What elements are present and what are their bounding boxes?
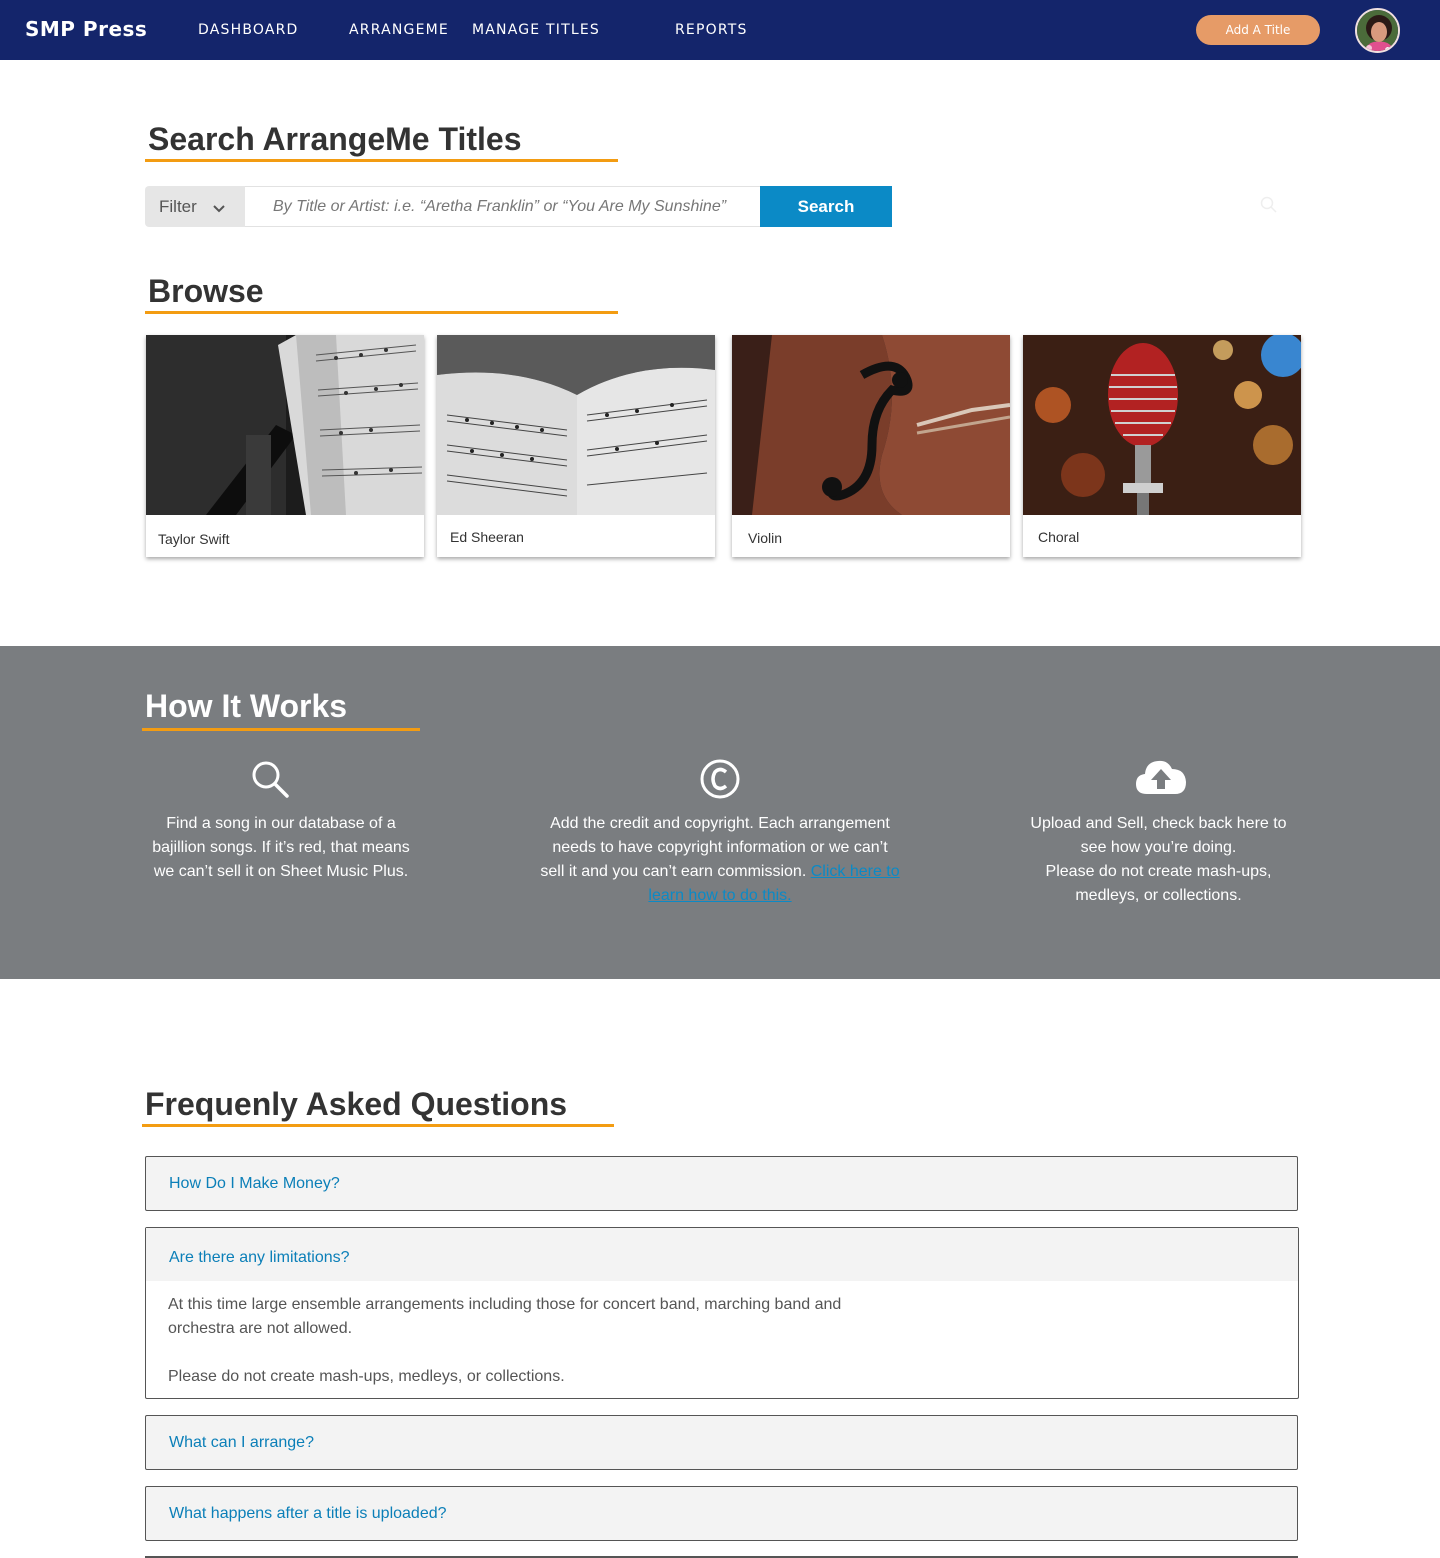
search-button[interactable]: Search (760, 186, 892, 227)
faq-item-what-can-i-arrange[interactable]: What can I arrange? (145, 1415, 1298, 1470)
faq-question: Are there any limitations? (169, 1249, 350, 1266)
step-3-note: Please do not create mash-ups, medleys, … (1045, 863, 1272, 904)
card-label: Choral (1038, 529, 1080, 545)
title-underline (142, 728, 420, 731)
card-label: Violin (748, 530, 782, 546)
violin-image (732, 335, 1010, 515)
faq-item-make-money[interactable]: How Do I Make Money? (145, 1156, 1298, 1211)
how-title: How It Works (145, 688, 348, 724)
how-it-works-section: How It Works Find a song in our database… (0, 646, 1440, 979)
search-title: Search ArrangeMe Titles (148, 121, 522, 157)
brand-logo[interactable]: SMP Press (25, 17, 147, 41)
title-underline (145, 311, 618, 314)
title-underline (145, 159, 618, 162)
search-icon (1260, 196, 1278, 219)
faq-question: What happens after a title is uploaded? (169, 1505, 447, 1522)
faq-item-after-upload[interactable]: What happens after a title is uploaded? (145, 1486, 1298, 1541)
browse-card-choral[interactable]: Choral (1023, 335, 1301, 557)
filter-dropdown[interactable]: Filter (145, 186, 245, 227)
faq-title: Frequenly Asked Questions (145, 1086, 568, 1122)
faq-question: What can I arrange? (169, 1434, 314, 1451)
search-icon (250, 759, 290, 804)
card-label: Taylor Swift (158, 531, 230, 547)
cloud-upload-icon (1135, 756, 1187, 801)
step-1-text: Find a song in our database of a bajilli… (152, 815, 410, 880)
top-nav: SMP Press DASHBOARD ARRANGEME MANAGE TIT… (0, 0, 1440, 60)
browse-card-taylor-swift[interactable]: Taylor Swift (146, 335, 424, 557)
browse-card-ed-sheeran[interactable]: Ed Sheeran (437, 335, 715, 557)
chevron-down-icon (213, 199, 225, 219)
sheet-music-image (146, 335, 424, 515)
faq-answer: At this time large ensemble arrangements… (168, 1293, 848, 1389)
faq-answer-p2: Please do not create mash-ups, medleys, … (168, 1368, 565, 1385)
step-3-text: Upload and Sell, check back here to see … (1020, 812, 1297, 908)
nav-manage-titles[interactable]: MANAGE TITLES (472, 22, 600, 38)
browse-card-violin[interactable]: Violin (732, 335, 1010, 557)
filter-label: Filter (159, 197, 197, 216)
faq-item-limitations[interactable]: Are there any limitations? At this time … (145, 1227, 1299, 1399)
add-title-button[interactable]: Add A Title (1196, 15, 1320, 45)
nav-arrangeme[interactable]: ARRANGEME (349, 22, 449, 38)
faq-question: How Do I Make Money? (169, 1175, 340, 1192)
faq-answer-p1: At this time large ensemble arrangements… (168, 1296, 842, 1337)
copyright-icon (699, 758, 741, 805)
nav-reports[interactable]: REPORTS (675, 22, 748, 38)
sheet-music-image (437, 335, 715, 515)
title-underline (142, 1124, 614, 1127)
step-2-text: Add the credit and copyright. Each arran… (540, 812, 900, 908)
microphone-image (1023, 335, 1301, 515)
avatar[interactable] (1355, 8, 1400, 53)
nav-dashboard[interactable]: DASHBOARD (198, 22, 299, 38)
step-3-body: Upload and Sell, check back here to see … (1030, 815, 1287, 856)
search-input[interactable] (245, 186, 760, 227)
browse-title: Browse (148, 273, 264, 309)
card-label: Ed Sheeran (450, 529, 524, 545)
